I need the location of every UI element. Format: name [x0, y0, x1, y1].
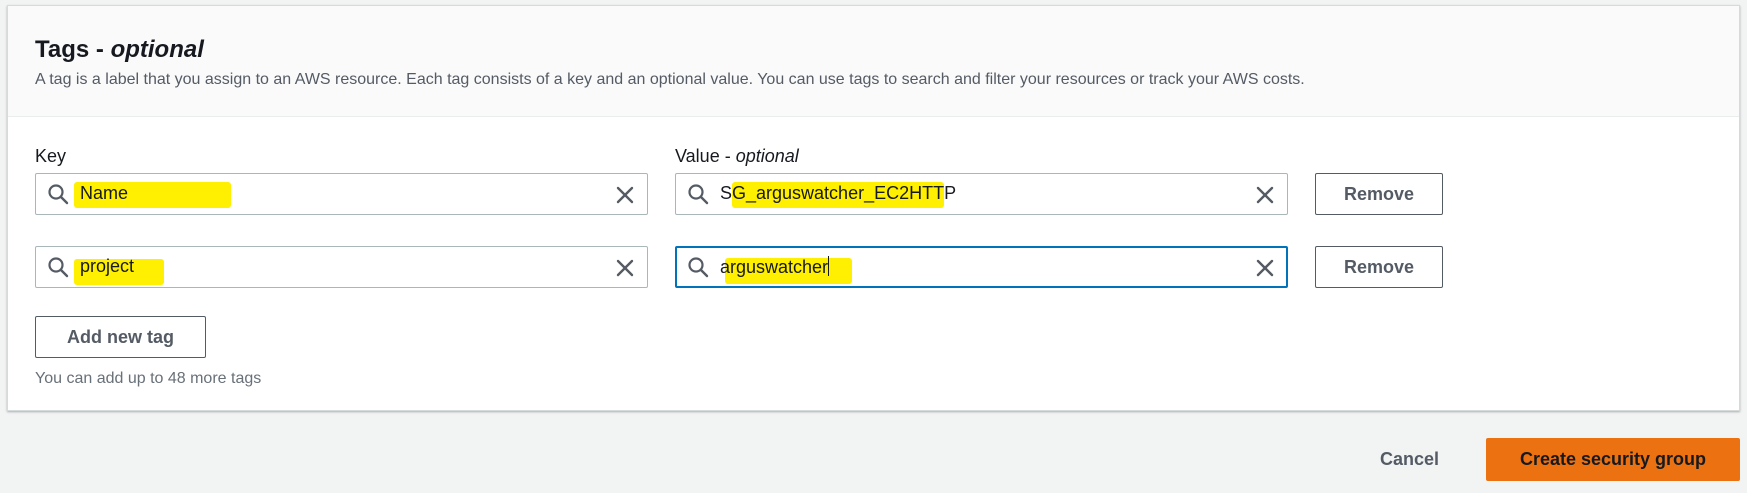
close-icon[interactable]: [1255, 185, 1275, 205]
tags-panel: Tags - optional A tag is a label that yo…: [7, 5, 1740, 411]
tag-value-input-1[interactable]: SG_arguswatcher_EC2HTTP: [675, 173, 1288, 215]
search-icon: [48, 257, 69, 278]
search-icon: [688, 257, 709, 278]
remove-tag-button-2[interactable]: Remove: [1315, 246, 1443, 288]
create-security-group-button[interactable]: Create security group: [1486, 438, 1740, 481]
close-icon[interactable]: [615, 185, 635, 205]
remove-tag-button-1[interactable]: Remove: [1315, 173, 1443, 215]
key-column-label: Key: [35, 146, 67, 166]
panel-description: A tag is a label that you assign to an A…: [35, 71, 1305, 88]
tag-limit-text: You can add up to 48 more tags: [35, 370, 262, 387]
text-caret: [828, 256, 830, 276]
close-icon[interactable]: [1255, 258, 1275, 278]
tag-value-value: SG_arguswatcher_EC2HTTP: [720, 183, 957, 203]
search-icon: [688, 184, 709, 205]
add-new-tag-button[interactable]: Add new tag: [35, 316, 206, 358]
tag-key-value: Name: [80, 183, 129, 203]
search-icon: [48, 184, 69, 205]
value-column-label: Value - optional: [675, 146, 799, 166]
tag-key-input-2[interactable]: project: [35, 246, 648, 288]
cancel-button[interactable]: Cancel: [1380, 449, 1439, 470]
tag-key-value: project: [80, 256, 135, 276]
panel-header: Tags - optional A tag is a label that yo…: [8, 6, 1739, 117]
tag-value-value: arguswatcher: [720, 256, 830, 277]
tag-key-input-1[interactable]: Name: [35, 173, 648, 215]
tag-value-input-2[interactable]: arguswatcher: [675, 246, 1288, 288]
panel-title: Tags - optional: [35, 36, 204, 63]
close-icon[interactable]: [615, 258, 635, 278]
